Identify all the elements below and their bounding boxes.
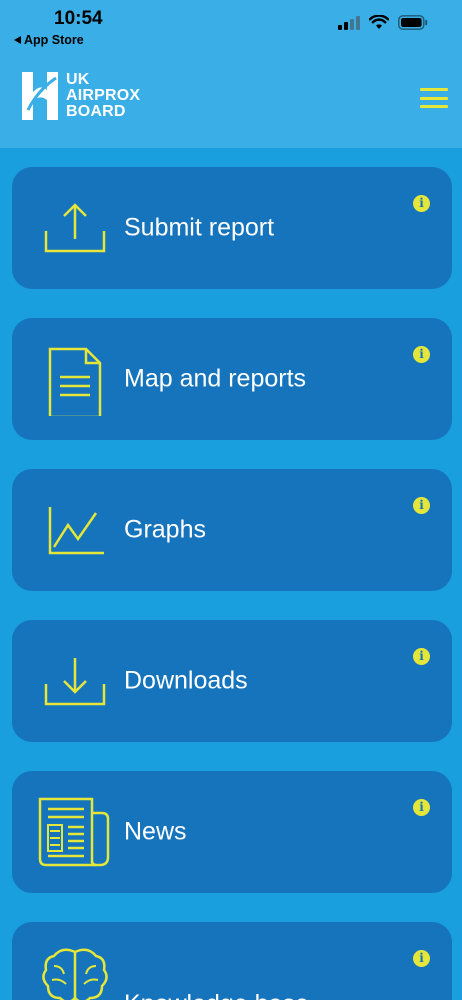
document-icon xyxy=(48,347,102,416)
news-card[interactable]: News i xyxy=(12,771,452,893)
upload-icon xyxy=(44,203,106,253)
wifi-icon xyxy=(369,15,389,29)
knowledge-base-label: Knowledge base xyxy=(124,990,309,1000)
knowledge-base-card[interactable]: Knowledge base i xyxy=(12,922,452,1000)
logo-text: UK AIRPROX BOARD xyxy=(66,71,141,120)
info-icon[interactable]: i xyxy=(413,799,430,816)
map-and-reports-label: Map and reports xyxy=(124,364,307,393)
downloads-label: Downloads xyxy=(124,666,248,695)
info-icon[interactable]: i xyxy=(413,195,430,212)
info-icon[interactable]: i xyxy=(413,648,430,665)
info-icon[interactable]: i xyxy=(413,346,430,363)
graphs-label: Graphs xyxy=(124,515,206,544)
brain-icon xyxy=(42,948,108,1000)
status-icons xyxy=(338,15,428,30)
map-and-reports-card[interactable]: Map and reports i xyxy=(12,318,452,440)
downloads-card[interactable]: Downloads i xyxy=(12,620,452,742)
submit-report-label: Submit report xyxy=(124,213,275,242)
graphs-card[interactable]: Graphs i xyxy=(12,469,452,591)
info-icon[interactable]: i xyxy=(413,950,430,967)
newspaper-icon xyxy=(38,797,110,867)
airprox-logo-mark-icon xyxy=(22,72,58,120)
battery-icon xyxy=(398,15,428,30)
download-icon xyxy=(44,658,106,706)
hamburger-menu-button[interactable] xyxy=(420,88,448,108)
app-header: 10:54 App Store UK AIRPROX BOARD xyxy=(0,0,462,148)
uk-airprox-board-logo: UK AIRPROX BOARD xyxy=(22,70,140,122)
submit-report-card[interactable]: Submit report i xyxy=(12,167,452,289)
info-icon[interactable]: i xyxy=(413,497,430,514)
line-chart-icon xyxy=(48,507,104,555)
cellular-signal-icon xyxy=(338,15,360,30)
news-label: News xyxy=(124,817,187,846)
back-app-label: App Store xyxy=(24,33,84,47)
back-to-app-store[interactable]: App Store xyxy=(14,33,84,47)
back-arrow-icon xyxy=(14,36,21,44)
status-time: 10:54 xyxy=(54,8,103,29)
